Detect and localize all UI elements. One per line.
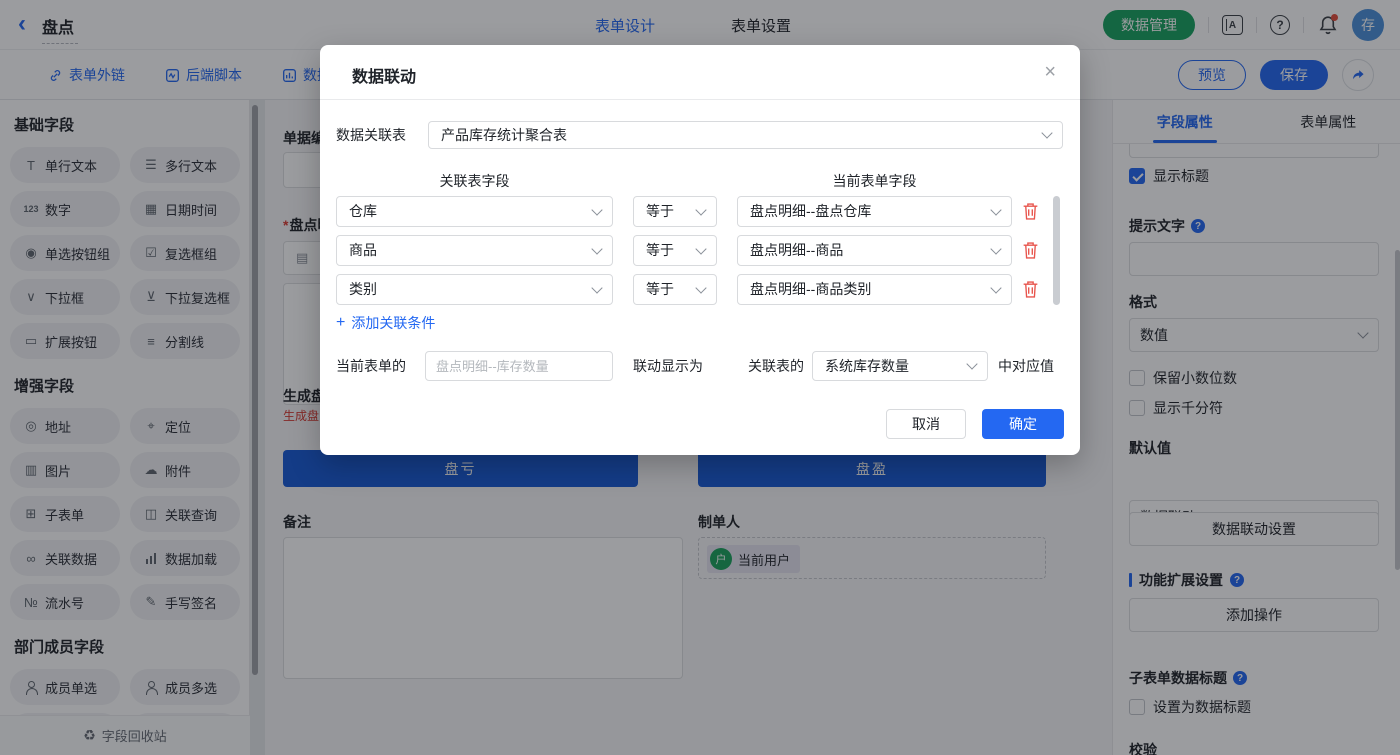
modal-title: 数据联动 — [352, 63, 416, 87]
add-condition-link[interactable]: + 添加关联条件 — [336, 313, 435, 333]
condition-right-select[interactable]: 盘点明细--盘点仓库 — [737, 196, 1012, 227]
chevron-down-icon — [591, 243, 602, 254]
confirm-button[interactable]: 确定 — [982, 409, 1064, 439]
condition-right-select[interactable]: 盘点明细--商品类别 — [737, 274, 1012, 305]
column-header-left: 关联表字段 — [336, 171, 613, 191]
condition-left-select[interactable]: 类别 — [336, 274, 613, 305]
link-table-select[interactable]: 产品库存统计聚合表 — [428, 121, 1063, 149]
chevron-down-icon — [966, 358, 977, 369]
condition-operator-select[interactable]: 等于 — [633, 274, 717, 305]
chevron-down-icon — [591, 282, 602, 293]
delete-condition-icon[interactable] — [1022, 280, 1040, 300]
chevron-down-icon — [990, 282, 1001, 293]
condition-operator-select[interactable]: 等于 — [633, 235, 717, 266]
chevron-down-icon — [695, 282, 706, 293]
condition-right-select[interactable]: 盘点明细--商品 — [737, 235, 1012, 266]
link-field-select[interactable]: 系统库存数量 — [812, 351, 988, 381]
chevron-down-icon — [695, 204, 706, 215]
conditions-scrollbar[interactable] — [1053, 196, 1060, 305]
column-header-right: 当前表单字段 — [737, 171, 1012, 191]
condition-left-select[interactable]: 仓库 — [336, 196, 613, 227]
condition-operator-select[interactable]: 等于 — [633, 196, 717, 227]
condition-left-select[interactable]: 商品 — [336, 235, 613, 266]
link-table-label: 数据关联表 — [336, 121, 406, 149]
current-form-label: 当前表单的 — [336, 351, 406, 381]
chevron-down-icon — [1041, 127, 1052, 138]
delete-condition-icon[interactable] — [1022, 202, 1040, 222]
data-linkage-modal: 数据联动 × 数据关联表 产品库存统计聚合表 关联表字段 当前表单字段 仓库 等… — [320, 45, 1080, 455]
chevron-down-icon — [990, 204, 1001, 215]
suffix-label: 中对应值 — [998, 351, 1054, 381]
delete-condition-icon[interactable] — [1022, 241, 1040, 261]
modal-header: 数据联动 × — [320, 45, 1080, 100]
chevron-down-icon — [591, 204, 602, 215]
chevron-down-icon — [695, 243, 706, 254]
link-table-of-label: 关联表的 — [748, 351, 804, 381]
cancel-button[interactable]: 取消 — [886, 409, 966, 439]
plus-icon: + — [336, 316, 345, 330]
close-icon[interactable]: × — [1044, 59, 1056, 85]
current-field-input[interactable] — [425, 351, 613, 381]
chevron-down-icon — [990, 243, 1001, 254]
display-as-label: 联动显示为 — [633, 351, 703, 381]
